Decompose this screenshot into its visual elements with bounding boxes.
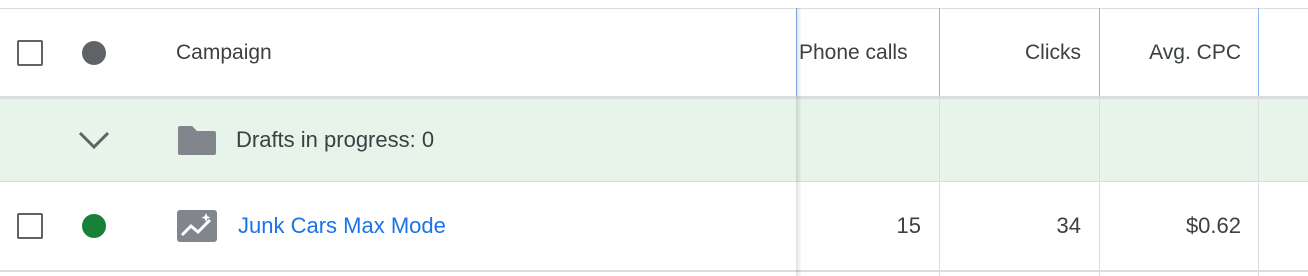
table-row: Junk Cars Max Mode 15 34 $0.62 [0, 182, 1308, 272]
clicks-column-header[interactable]: Clicks [1025, 41, 1081, 65]
column-divider[interactable] [1099, 8, 1100, 96]
status-column-icon[interactable] [82, 41, 106, 65]
chevron-down-icon[interactable] [77, 129, 111, 151]
campaign-column-header[interactable]: Campaign [176, 41, 272, 65]
campaign-name-link[interactable]: Junk Cars Max Mode [238, 213, 446, 239]
avg-cpc-column-header[interactable]: Avg. CPC [1149, 41, 1241, 65]
row-checkbox[interactable] [17, 213, 43, 239]
performance-max-icon [177, 210, 217, 242]
campaigns-table: Campaign Phone calls Clicks Avg. CPC Dra… [0, 0, 1308, 276]
table-header-row: Campaign Phone calls Clicks Avg. CPC [0, 8, 1308, 97]
phone-calls-value: 15 [896, 213, 921, 238]
column-divider [1099, 99, 1100, 276]
drafts-label: Drafts in progress: 0 [236, 127, 435, 152]
column-divider [1258, 99, 1259, 276]
drafts-row[interactable]: Drafts in progress: 0 [0, 99, 1308, 182]
select-all-checkbox[interactable] [17, 40, 43, 66]
column-divider[interactable] [939, 8, 940, 96]
avg-cpc-value: $0.62 [1185, 213, 1241, 238]
phone-calls-column-header[interactable]: Phone calls [799, 41, 908, 65]
column-divider [939, 99, 940, 276]
frozen-column-shadow [796, 8, 802, 276]
status-enabled-icon[interactable] [82, 214, 106, 238]
folder-icon [178, 126, 216, 155]
clicks-value: 34 [1056, 213, 1081, 238]
column-divider[interactable] [1258, 8, 1259, 96]
